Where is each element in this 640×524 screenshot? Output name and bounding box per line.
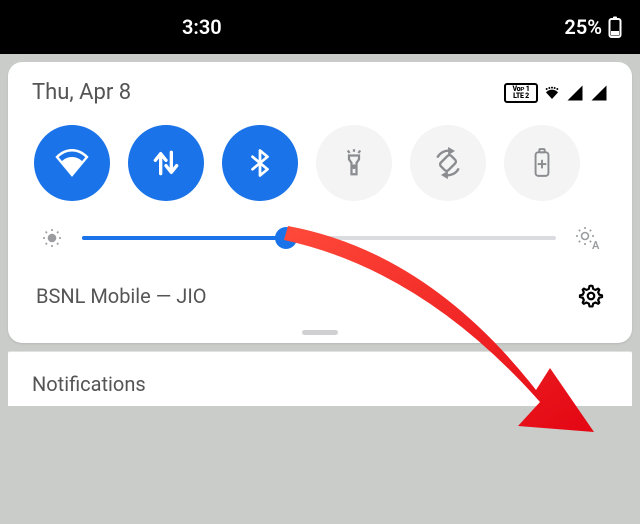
battery-percent: 25%: [564, 15, 602, 39]
quick-settings-panel: Thu, Apr 8 Voᴩ 1LTE 2: [8, 62, 632, 343]
notifications-header[interactable]: Notifications: [8, 351, 632, 406]
autorotate-icon: [432, 147, 464, 179]
status-battery: 25%: [564, 15, 622, 39]
brightness-row: A: [32, 225, 608, 251]
volte-badge-icon: Voᴩ 1LTE 2: [504, 83, 538, 103]
flashlight-tile[interactable]: [316, 125, 392, 201]
carrier-label[interactable]: BSNL Mobile — JIO: [36, 284, 207, 308]
status-bar: 3:30 25%: [0, 0, 640, 54]
auto-brightness-icon[interactable]: A: [574, 225, 600, 251]
brightness-low-icon: [40, 226, 64, 250]
drag-handle[interactable]: [302, 330, 338, 335]
wifi-icon: [54, 145, 90, 181]
signal-bar-2-icon: [590, 84, 608, 102]
bluetooth-tile[interactable]: [222, 125, 298, 201]
autorotate-tile[interactable]: [410, 125, 486, 201]
bluetooth-icon: [245, 148, 275, 178]
battery-saver-tile[interactable]: [504, 125, 580, 201]
notifications-label: Notifications: [32, 372, 146, 396]
qs-tiles-row: [32, 125, 608, 201]
battery-icon: [608, 16, 622, 38]
data-arrows-icon: [150, 147, 182, 179]
flashlight-icon: [339, 148, 369, 178]
brightness-thumb[interactable]: [275, 227, 297, 249]
status-icons-group: Voᴩ 1LTE 2: [504, 83, 608, 103]
wifi-dotted-icon: [544, 85, 560, 101]
date-label[interactable]: Thu, Apr 8: [32, 80, 131, 105]
battery-saver-icon: [529, 148, 555, 178]
svg-text:A: A: [592, 239, 600, 251]
signal-bar-1-icon: [566, 84, 584, 102]
brightness-slider[interactable]: [82, 236, 556, 240]
brightness-fill: [82, 236, 286, 240]
status-time: 3:30: [182, 15, 222, 39]
mobile-data-tile[interactable]: [128, 125, 204, 201]
wifi-tile[interactable]: [34, 125, 110, 201]
gear-icon[interactable]: [578, 283, 604, 309]
